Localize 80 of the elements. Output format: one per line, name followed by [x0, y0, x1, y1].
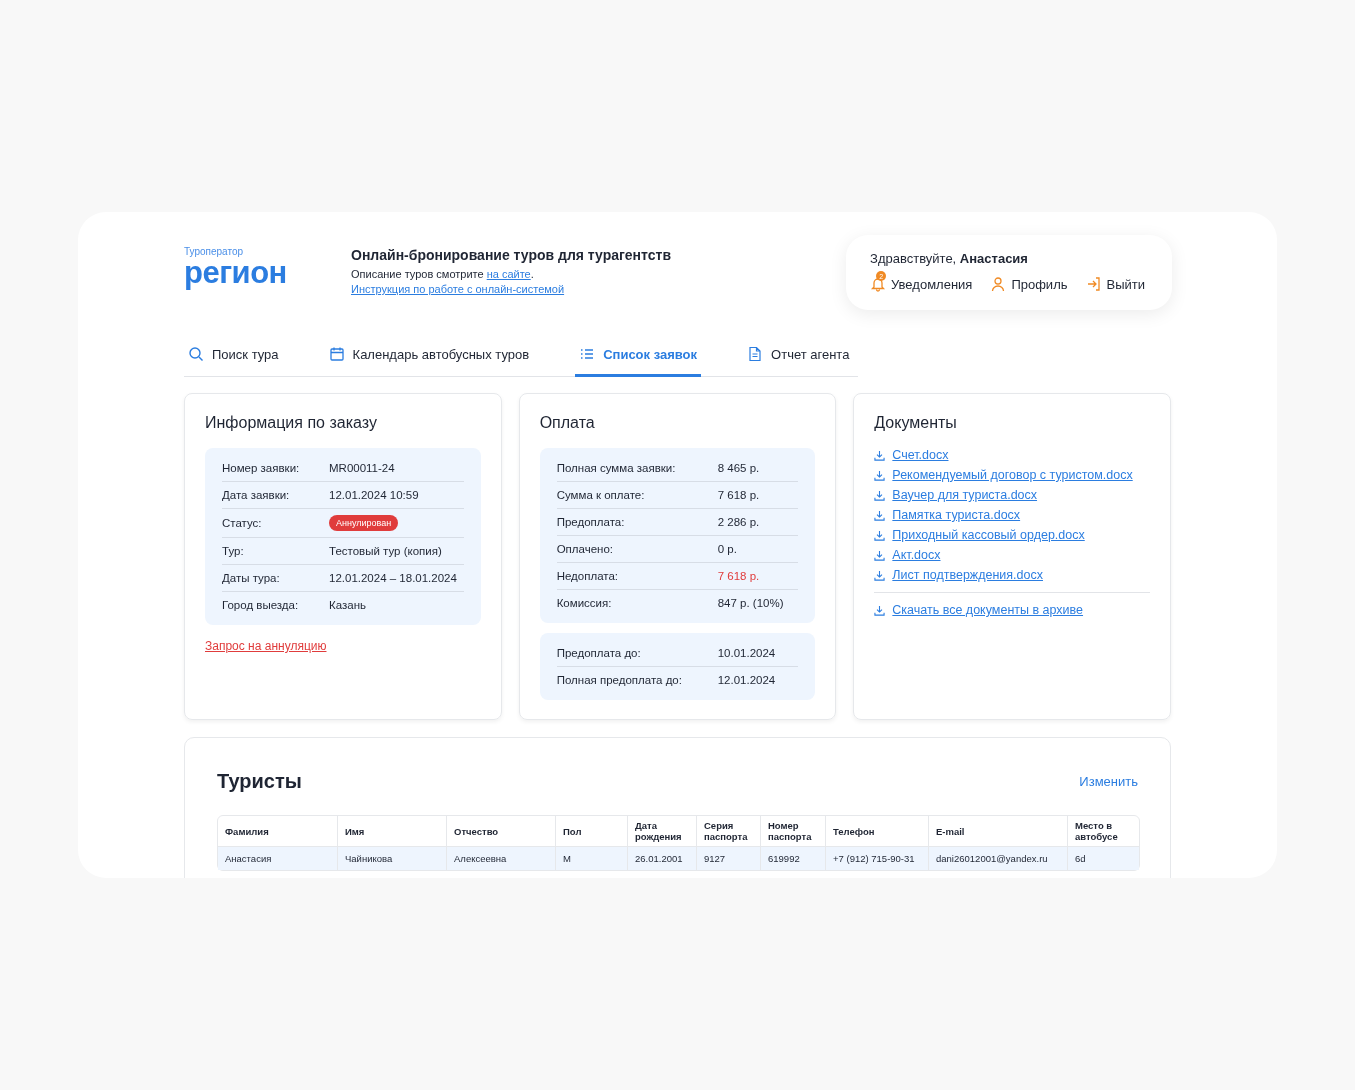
- document-link[interactable]: Памятка туриста.docx: [892, 508, 1021, 522]
- subtitle-text: Описание туров смотрите на сайте.: [351, 268, 534, 280]
- table-cell: 26.01.2001: [628, 847, 697, 870]
- table-cell: dani26012001@yandex.ru: [929, 847, 1068, 870]
- field-label: Статус:: [222, 517, 263, 529]
- instruction-link[interactable]: Инструкция по работе с онлайн-системой: [351, 283, 565, 295]
- field-label: Недоплата:: [556, 570, 620, 582]
- field-label: Полная сумма заявки:: [556, 462, 677, 474]
- logo-caption: Туроператор: [184, 246, 245, 257]
- field-label: Сумма к оплате:: [556, 489, 646, 501]
- field-label: Город выезда:: [222, 599, 300, 611]
- nav-tab[interactable]: Календарь автобусных туров: [324, 346, 534, 377]
- field-value: Тестовый тур (копия): [329, 545, 442, 557]
- table-cell: Анастасия: [218, 847, 338, 870]
- calendar-icon: [328, 346, 345, 362]
- table-cell: +7 (912) 715-90-31: [826, 847, 929, 870]
- edit-link[interactable]: Изменить: [1079, 774, 1138, 789]
- field-value: 2 286 р.: [717, 516, 760, 528]
- document-link[interactable]: Акт.docx: [892, 548, 941, 562]
- field-value: 847 р. (10%): [717, 597, 784, 609]
- field-label: Комиссия:: [556, 597, 613, 609]
- profile-link[interactable]: Профиль: [990, 270, 1068, 294]
- nav-tab[interactable]: Список заявок: [575, 346, 702, 377]
- field-value: 8 465 р.: [717, 462, 760, 474]
- field-value: 12.01.2024 10:59: [329, 489, 419, 501]
- field-label: Предоплата до:: [556, 647, 642, 659]
- table-cell: 6d: [1068, 847, 1139, 870]
- nav-tab[interactable]: Отчет агента: [743, 346, 854, 377]
- list-icon: [579, 346, 596, 362]
- table-cell: 9127: [697, 847, 761, 870]
- field-label: Даты тура:: [222, 572, 281, 584]
- table-cell: М: [556, 847, 628, 870]
- greeting-text: Здравствуйте, Анастасия: [870, 251, 1029, 266]
- download-icon: [874, 489, 886, 501]
- field-label: Дата заявки:: [222, 489, 291, 501]
- field-value: 0 р.: [717, 543, 737, 555]
- field-value: Казань: [329, 599, 366, 611]
- document-link[interactable]: Рекомендуемый договор с туристом.docx: [892, 468, 1133, 482]
- page-title: Онлайн-бронирование туров для турагентств: [351, 247, 671, 263]
- field-value: 7 618 р.: [717, 489, 760, 501]
- nav-tab[interactable]: Поиск тура: [184, 346, 283, 377]
- document-link[interactable]: Счет.docx: [892, 448, 949, 462]
- download-icon: [874, 509, 886, 521]
- site-link[interactable]: на сайте: [486, 268, 531, 280]
- download-icon: [874, 569, 886, 581]
- person-icon: [990, 276, 1007, 292]
- field-value: 12.01.2024 – 18.01.2024: [329, 572, 457, 584]
- cancel-request-link[interactable]: Запрос на аннуляцию: [205, 639, 327, 653]
- logout-link[interactable]: Выйти: [1085, 270, 1145, 294]
- logo[interactable]: регион: [184, 257, 287, 289]
- download-icon: [874, 604, 886, 616]
- document-link[interactable]: Ваучер для туриста.docx: [892, 488, 1038, 502]
- download-icon: [874, 549, 886, 561]
- document-link[interactable]: Лист подтверждения.docx: [892, 568, 1043, 582]
- logout-icon: [1085, 276, 1102, 292]
- download-icon: [874, 469, 886, 481]
- card-title: Информация по заказу: [205, 414, 378, 432]
- card-title: Оплата: [539, 414, 596, 432]
- card-title: Документы: [874, 414, 958, 432]
- document-link[interactable]: Приходный кассовый ордер.docx: [892, 528, 1085, 542]
- bell-icon: [870, 276, 887, 292]
- table-cell: Чайникова: [338, 847, 447, 870]
- section-title: Туристы: [217, 770, 302, 793]
- field-value: 7 618 р.: [717, 570, 760, 582]
- search-icon: [188, 346, 204, 362]
- field-value: 12.01.2024: [717, 674, 776, 686]
- download-icon: [874, 529, 886, 541]
- field-label: Номер заявки:: [222, 462, 301, 474]
- field-value: 10.01.2024: [717, 647, 776, 659]
- table-cell: 619992: [761, 847, 826, 870]
- table-cell: Алексеевна: [447, 847, 556, 870]
- field-label: Предоплата:: [556, 516, 626, 528]
- field-label: Полная предоплата до:: [556, 674, 683, 686]
- status-badge: Аннулирован: [329, 515, 399, 531]
- field-value: MR00011-24: [329, 462, 395, 474]
- document-icon: [747, 346, 764, 362]
- download-icon: [874, 449, 886, 461]
- download-all-link[interactable]: Скачать все документы в архиве: [892, 603, 1084, 617]
- field-label: Оплачено:: [556, 543, 615, 555]
- field-label: Тур:: [222, 545, 245, 557]
